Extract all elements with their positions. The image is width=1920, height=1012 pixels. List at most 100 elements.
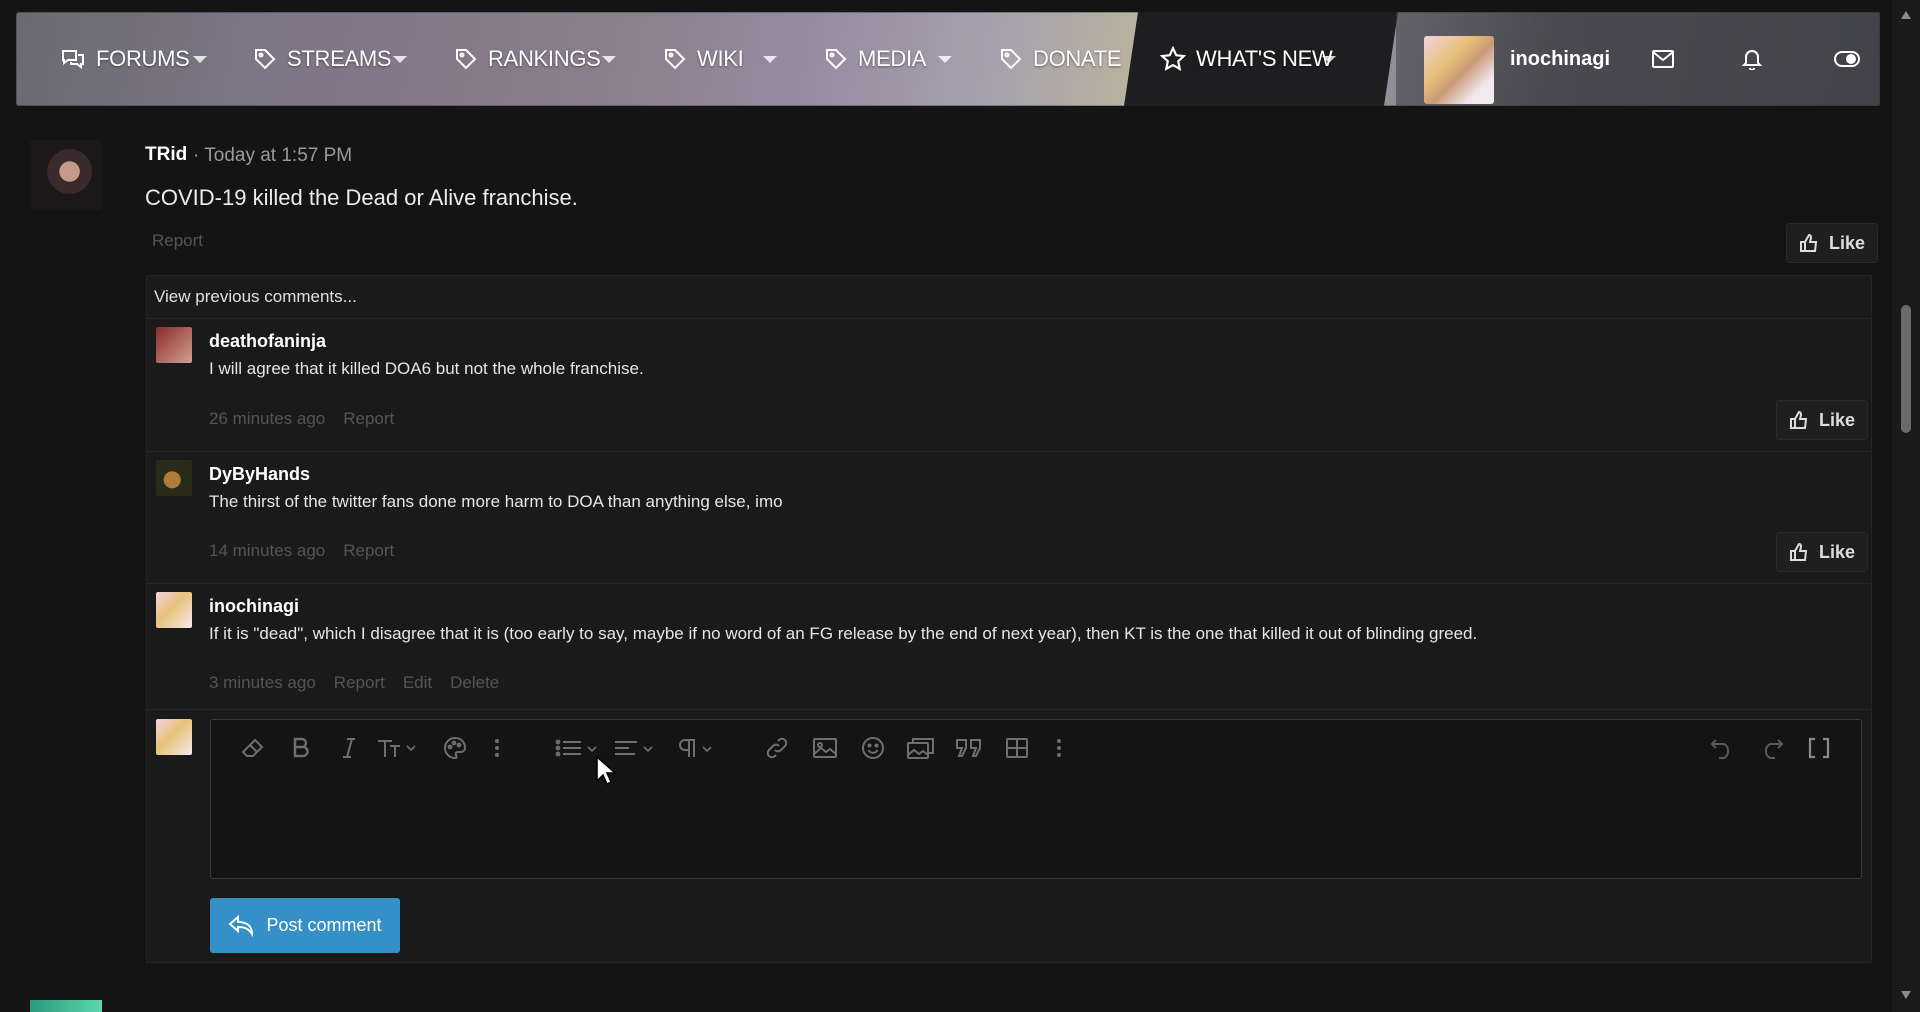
italic-icon[interactable] — [341, 737, 357, 759]
like-label: Like — [1819, 541, 1856, 562]
toggle-icon[interactable] — [1834, 51, 1860, 67]
tag-icon — [255, 49, 276, 70]
delete-link[interactable]: Delete — [450, 673, 499, 693]
align-icon[interactable] — [613, 737, 657, 759]
comment-text: The thirst of the twitter fans done more… — [209, 492, 783, 511]
chevron-down-icon[interactable] — [938, 56, 952, 63]
comment-editor[interactable] — [210, 719, 1862, 879]
scrollbar[interactable] — [1892, 0, 1920, 1012]
post-comment-label: Post comment — [266, 915, 382, 935]
bold-icon[interactable] — [292, 737, 310, 759]
tag-icon — [1001, 49, 1022, 70]
nav-rankings[interactable]: RANKINGS — [454, 12, 601, 106]
report-link[interactable]: Report — [343, 409, 394, 429]
like-button[interactable]: Like — [1786, 223, 1879, 263]
report-link[interactable]: Report — [152, 231, 203, 251]
comment-text: If it is "dead", which I disagree that i… — [209, 624, 1478, 643]
view-previous-comments-link[interactable]: View previous comments... — [154, 287, 357, 307]
tag-icon — [456, 49, 477, 70]
list-icon[interactable] — [555, 737, 599, 759]
nav-donate-label: DONATE — [1033, 46, 1122, 71]
divider — [146, 709, 1872, 710]
chevron-down-icon[interactable] — [763, 56, 777, 63]
avatar[interactable] — [1424, 36, 1494, 104]
comment-timestamp[interactable]: 14 minutes ago — [209, 541, 325, 561]
like-button[interactable]: Like — [1776, 400, 1869, 440]
avatar[interactable] — [30, 140, 102, 210]
fullscreen-icon[interactable] — [1808, 737, 1830, 759]
smiley-icon[interactable] — [861, 736, 885, 760]
comment-meta: 3 minutes ago Report Edit Delete — [209, 673, 499, 693]
edit-link[interactable]: Edit — [403, 673, 432, 693]
like-label: Like — [1819, 409, 1856, 430]
chevron-down-icon[interactable] — [602, 56, 616, 63]
nav-username[interactable]: inochinagi — [1510, 12, 1610, 106]
nav-wiki-label: WIKI — [697, 46, 744, 71]
comment-text: I will agree that it killed DOA6 but not… — [209, 359, 644, 378]
text-size-icon[interactable] — [376, 737, 418, 759]
comment-author[interactable]: DyByHands — [209, 464, 310, 485]
chat-bubbles-icon — [62, 50, 84, 69]
link-icon[interactable] — [765, 736, 789, 760]
palette-icon[interactable] — [443, 736, 467, 760]
nav-forums-label: FORUMS — [96, 46, 190, 71]
nav-media-label: MEDIA — [858, 46, 927, 71]
undo-icon[interactable] — [1710, 737, 1736, 759]
avatar[interactable] — [156, 327, 192, 363]
more-vertical-icon[interactable] — [494, 737, 500, 759]
tag-icon — [826, 49, 847, 70]
thumbs-up-icon — [1790, 542, 1808, 561]
chevron-down-icon[interactable] — [1322, 56, 1336, 63]
quote-icon[interactable] — [955, 737, 983, 759]
paragraph-icon[interactable] — [675, 737, 715, 759]
chevron-down-icon[interactable] — [193, 56, 207, 63]
comment-author[interactable]: deathofaninja — [209, 331, 326, 352]
mail-icon[interactable] — [1652, 50, 1674, 68]
avatar[interactable] — [30, 1000, 102, 1012]
mouse-cursor-icon — [596, 756, 616, 786]
avatar[interactable] — [156, 460, 192, 496]
comment-timestamp[interactable]: 26 minutes ago — [209, 409, 325, 429]
like-button[interactable]: Like — [1776, 532, 1869, 572]
post-author[interactable]: TRid — [145, 144, 187, 166]
comment-author[interactable]: inochinagi — [209, 596, 299, 617]
like-label: Like — [1829, 232, 1866, 253]
scroll-down-icon[interactable] — [1900, 990, 1912, 1000]
report-link[interactable]: Report — [334, 673, 385, 693]
editor-toolbar — [211, 720, 1861, 776]
bell-icon[interactable] — [1742, 48, 1762, 70]
nav-forums[interactable]: FORUMS — [60, 12, 190, 106]
redo-icon[interactable] — [1758, 737, 1784, 759]
nav-whats-new[interactable]: WHAT'S NEW — [1160, 12, 1333, 106]
divider — [146, 451, 1872, 452]
star-icon — [1160, 46, 1186, 71]
table-icon[interactable] — [1005, 737, 1029, 759]
chevron-down-icon[interactable] — [393, 56, 407, 63]
scroll-up-icon[interactable] — [1900, 10, 1912, 20]
nav-rankings-label: RANKINGS — [488, 46, 601, 71]
nav-streams[interactable]: STREAMS — [253, 12, 392, 106]
comment-timestamp[interactable]: 3 minutes ago — [209, 673, 316, 693]
media-gallery-icon[interactable] — [906, 736, 936, 760]
avatar — [156, 719, 192, 755]
nav-donate[interactable]: DONATE — [999, 12, 1122, 106]
divider — [146, 318, 1872, 319]
report-link[interactable]: Report — [343, 541, 394, 561]
post-body: COVID-19 killed the Dead or Alive franch… — [145, 185, 578, 210]
more-vertical-icon[interactable] — [1056, 737, 1062, 759]
comment-meta: 14 minutes ago Report — [209, 541, 394, 561]
nav-wiki[interactable]: WIKI — [663, 12, 744, 106]
thumbs-up-icon — [1790, 410, 1808, 429]
reply-icon — [228, 914, 254, 937]
post-comment-button[interactable]: Post comment — [210, 898, 400, 953]
avatar[interactable] — [156, 592, 192, 628]
post-timestamp[interactable]: · Today at 1:57 PM — [193, 145, 352, 167]
nav-whats-new-label: WHAT'S NEW — [1196, 46, 1333, 71]
nav-media[interactable]: MEDIA — [824, 12, 926, 106]
divider — [146, 583, 1872, 584]
image-icon[interactable] — [812, 737, 838, 759]
scroll-thumb[interactable] — [1901, 305, 1911, 433]
comment-meta: 26 minutes ago Report — [209, 409, 394, 429]
tag-icon — [665, 49, 686, 70]
eraser-icon[interactable] — [241, 737, 265, 759]
